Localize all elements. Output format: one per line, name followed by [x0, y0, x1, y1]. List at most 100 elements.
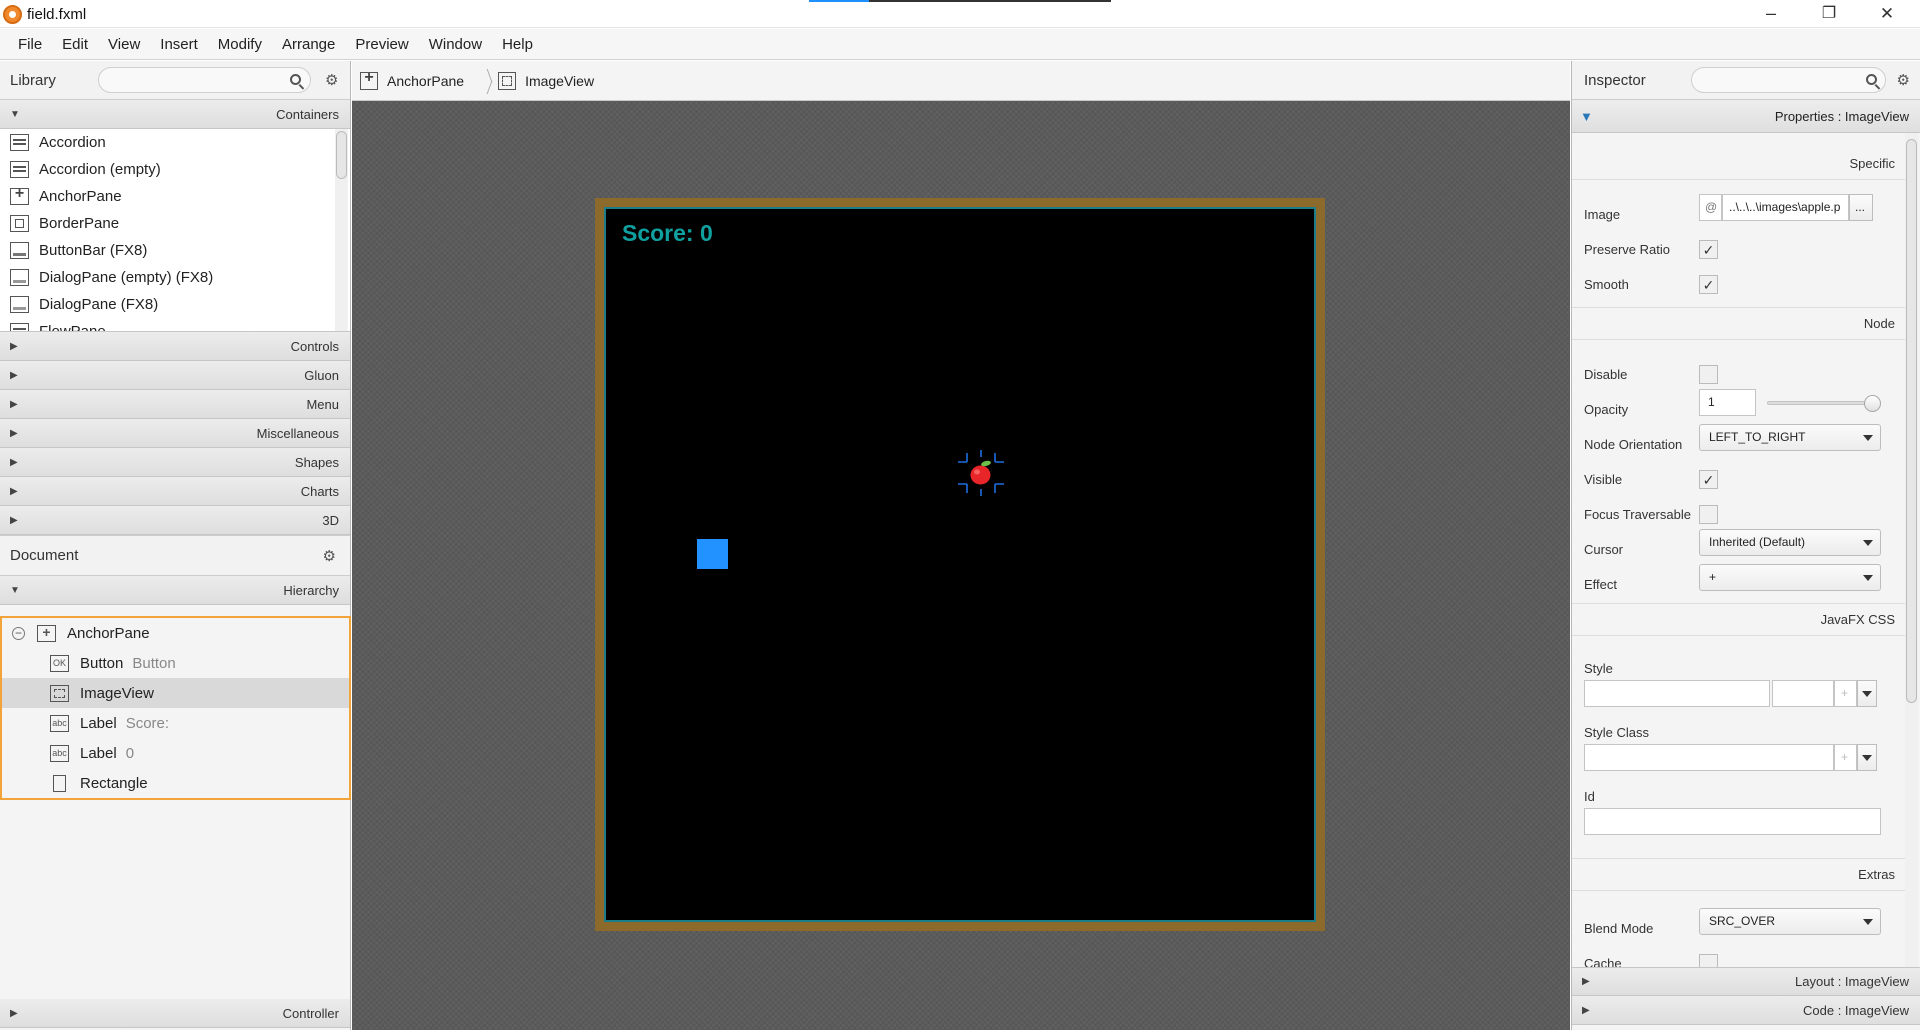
menu-arrange[interactable]: Arrange	[272, 36, 345, 53]
breadcrumb-imageview[interactable]: ImageView	[525, 73, 594, 89]
image-label: Image	[1584, 207, 1621, 222]
opacity-slider-thumb[interactable]	[1864, 395, 1881, 412]
tree-node-label-score[interactable]: abc Label Score:	[2, 708, 349, 738]
style-property-field[interactable]	[1584, 680, 1770, 707]
section-shapes[interactable]: ▶ Shapes	[0, 448, 350, 477]
section-charts[interactable]: ▶ Charts	[0, 477, 350, 506]
menu-file[interactable]: File	[8, 36, 52, 53]
list-item[interactable]: ButtonBar (FX8)	[0, 237, 350, 264]
tree-node-sublabel: Score:	[125, 714, 170, 732]
section-menu[interactable]: ▶ Menu	[0, 390, 350, 419]
image-field[interactable]: ..\..\..\images\apple.p	[1722, 194, 1849, 221]
score-label[interactable]: Score: 0	[622, 220, 713, 247]
smooth-checkbox[interactable]: ✓	[1699, 275, 1718, 294]
section-gluon[interactable]: ▶ Gluon	[0, 361, 350, 390]
minimize-button[interactable]: –	[1742, 0, 1800, 28]
section-controls[interactable]: ▶ Controls	[0, 332, 350, 361]
style-class-menu-button[interactable]	[1857, 744, 1877, 771]
chevron-down-icon	[1863, 575, 1873, 581]
apple-imageview[interactable]	[956, 448, 1006, 498]
tree-node-label: ImageView	[80, 684, 154, 702]
progress-bar	[809, 0, 1111, 2]
menu-help[interactable]: Help	[492, 36, 543, 53]
tree-node-label-zero[interactable]: abc Label 0	[2, 738, 349, 768]
section-3d-label: 3D	[322, 512, 339, 528]
search-icon	[1865, 74, 1877, 85]
section-hierarchy[interactable]: ▼ Hierarchy	[0, 576, 350, 605]
list-item[interactable]: Accordion (empty)	[0, 156, 350, 183]
inspector-scrollbar[interactable]	[1905, 133, 1918, 971]
document-gear-icon[interactable]: ⚙	[323, 547, 336, 565]
collapse-icon[interactable]: −	[12, 626, 25, 640]
style-class-field[interactable]	[1584, 744, 1834, 771]
opacity-slider-track[interactable]	[1767, 401, 1873, 405]
cursor-label: Cursor	[1584, 542, 1624, 557]
list-item[interactable]: AnchorPane	[0, 183, 350, 210]
menu-insert[interactable]: Insert	[150, 36, 208, 53]
section-shapes-label: Shapes	[294, 454, 339, 470]
library-scrollbar[interactable]	[335, 129, 348, 331]
cursor-select[interactable]: Inherited (Default)	[1699, 529, 1881, 556]
list-item[interactable]: Accordion	[0, 129, 350, 156]
library-search-input[interactable]	[98, 67, 311, 93]
list-item[interactable]: FlowPane	[0, 318, 350, 331]
style-add-button[interactable]: +	[1834, 680, 1857, 707]
menu-view[interactable]: View	[98, 36, 150, 53]
rectangle-icon	[53, 774, 66, 792]
library-gear-icon[interactable]: ⚙	[325, 71, 338, 89]
inspector-search-input[interactable]	[1690, 67, 1886, 93]
breadcrumb-anchorpane[interactable]: AnchorPane	[387, 73, 464, 89]
code-header[interactable]: ▶ Code : ImageView	[1572, 996, 1920, 1025]
menu-modify[interactable]: Modify	[208, 36, 272, 53]
list-item[interactable]: DialogPane (empty) (FX8)	[0, 264, 350, 291]
layout-header[interactable]: ▶ Layout : ImageView	[1572, 967, 1920, 996]
close-button[interactable]: ✕	[1858, 0, 1916, 28]
focus-traversable-checkbox[interactable]	[1699, 505, 1718, 524]
menu-edit[interactable]: Edit	[52, 36, 98, 53]
id-field[interactable]	[1584, 808, 1881, 835]
snake-rectangle[interactable]	[697, 539, 728, 569]
inspector-header: Inspector ⚙	[1572, 61, 1920, 100]
preserve-ratio-checkbox[interactable]: ✓	[1699, 240, 1718, 259]
menu-window[interactable]: Window	[419, 36, 492, 53]
visible-checkbox[interactable]: ✓	[1699, 470, 1718, 489]
style-value-field[interactable]	[1772, 680, 1834, 707]
buttonbar-icon	[10, 242, 29, 259]
tree-node-label: Rectangle	[80, 774, 148, 792]
disable-checkbox[interactable]	[1699, 365, 1718, 384]
effect-label: Effect	[1584, 577, 1618, 592]
list-item-label: BorderPane	[39, 215, 120, 232]
focus-traversable-label: Focus Traversable	[1584, 507, 1691, 522]
collapsed-triangle-icon: ▶	[10, 485, 18, 497]
tree-node-anchorpane[interactable]: − + AnchorPane	[2, 618, 349, 648]
opacity-field[interactable]: 1	[1699, 389, 1756, 416]
breadcrumb: AnchorPane ImageView	[352, 61, 1570, 101]
section-containers[interactable]: ▼ Containers	[0, 100, 350, 129]
node-orientation-select[interactable]: LEFT_TO_RIGHT	[1699, 424, 1881, 451]
menu-preview[interactable]: Preview	[345, 36, 418, 53]
properties-header[interactable]: ▼ Properties : ImageView	[1572, 100, 1920, 133]
style-menu-button[interactable]	[1857, 680, 1877, 707]
maximize-button[interactable]: ❐	[1800, 0, 1858, 28]
section-3d[interactable]: ▶ 3D	[0, 506, 350, 535]
id-label: Id	[1584, 789, 1595, 804]
opacity-label: Opacity	[1584, 402, 1629, 417]
effect-select[interactable]: +	[1699, 564, 1881, 591]
image-link-icon[interactable]: @	[1699, 194, 1722, 221]
tree-node-rectangle[interactable]: Rectangle	[2, 768, 349, 798]
expanded-triangle-icon: ▼	[10, 108, 20, 120]
anchorpane-icon	[360, 69, 378, 90]
tree-node-imageview[interactable]: ImageView	[2, 678, 349, 708]
section-controller[interactable]: ▶ Controller	[0, 999, 350, 1028]
list-item[interactable]: BorderPane	[0, 210, 350, 237]
game-field-anchorpane[interactable]: Score: 0	[595, 198, 1325, 931]
image-browse-button[interactable]: ...	[1849, 194, 1873, 221]
list-item[interactable]: DialogPane (FX8)	[0, 291, 350, 318]
inspector-gear-icon[interactable]: ⚙	[1897, 71, 1910, 89]
style-class-add-button[interactable]: +	[1834, 744, 1857, 771]
inspector-title: Inspector	[1584, 71, 1646, 89]
tree-node-button[interactable]: OK Button Button	[2, 648, 349, 678]
section-miscellaneous[interactable]: ▶ Miscellaneous	[0, 419, 350, 448]
containers-list: Accordion Accordion (empty) AnchorPane B…	[0, 129, 350, 332]
blend-mode-select[interactable]: SRC_OVER	[1699, 908, 1881, 935]
